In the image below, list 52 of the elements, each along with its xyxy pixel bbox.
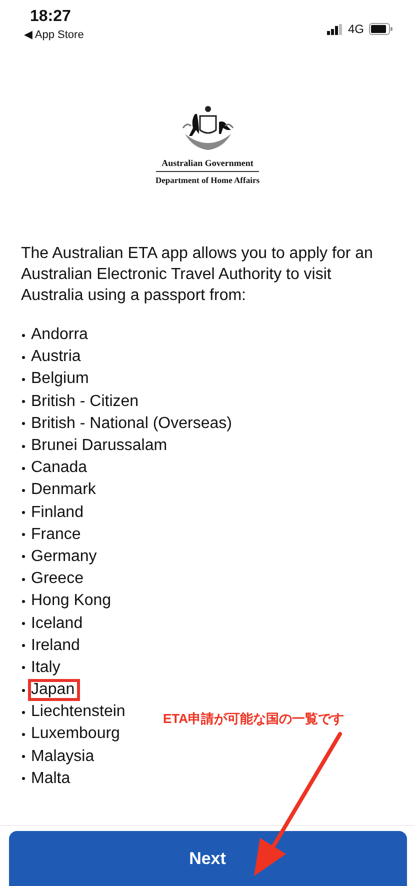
country-name: Liechtenstein — [30, 702, 126, 722]
department-name: Department of Home Affairs — [155, 175, 260, 185]
country-name: Austria — [30, 347, 82, 368]
signal-icon — [326, 24, 343, 34]
country-name: France — [30, 524, 82, 545]
bullet-icon — [22, 356, 25, 359]
country-name: Ireland — [30, 636, 81, 656]
bullet-icon — [22, 622, 25, 626]
intro-paragraph: The Australian ETA app allows you to apply for an Australian Electronic Travel Authority to visit Australia using a passport from: — [21, 244, 374, 306]
bullet-icon — [22, 578, 25, 581]
country-name: British - Citizen — [30, 392, 140, 412]
next-button[interactable]: Next — [8, 831, 406, 886]
country-name: Belgium — [30, 369, 90, 390]
country-name: Canada — [30, 458, 88, 478]
country-name: Finland — [30, 502, 84, 523]
bullet-icon — [22, 777, 25, 780]
annotation-text: ETA申請が可能な国の一覧です — [163, 710, 344, 728]
bullet-icon — [22, 400, 25, 404]
country-name: Luxembourg — [30, 724, 121, 744]
status-time: 18:27 — [29, 8, 72, 26]
bullet-icon — [22, 755, 25, 758]
country-name: Denmark — [30, 480, 97, 500]
battery-icon — [369, 23, 393, 35]
bullet-icon — [22, 710, 25, 714]
network-type: 4G — [348, 22, 364, 36]
bullet-icon — [22, 666, 25, 670]
bullet-icon — [22, 555, 25, 558]
bullet-icon — [22, 732, 25, 736]
country-name: Hong Kong — [30, 591, 112, 612]
country-name: Greece — [30, 569, 84, 590]
bullet-icon — [22, 488, 25, 492]
bullet-icon — [22, 378, 25, 381]
bullet-icon — [22, 511, 25, 514]
country-name: Malaysia — [30, 746, 96, 767]
bullet-icon — [22, 644, 25, 648]
government-name: Australian Government — [156, 158, 260, 172]
country-name: Iceland — [30, 614, 84, 634]
country-name: Italy — [30, 658, 62, 678]
back-to-app-store-link[interactable]: ◀ App Store — [24, 28, 84, 41]
country-name: Japan — [28, 679, 80, 702]
country-name: Germany — [30, 546, 98, 567]
bullet-icon — [22, 600, 25, 603]
bullet-icon — [22, 334, 25, 337]
country-name: British - National (Overseas) — [30, 414, 233, 434]
country-name: Malta — [30, 768, 72, 789]
bullet-icon — [22, 533, 25, 536]
bullet-icon — [22, 688, 25, 692]
bullet-icon — [22, 422, 25, 426]
bullet-icon — [22, 466, 25, 470]
country-name: Brunei Darussalam — [30, 436, 168, 456]
bullet-icon — [22, 444, 25, 448]
country-name: Andorra — [30, 325, 89, 346]
